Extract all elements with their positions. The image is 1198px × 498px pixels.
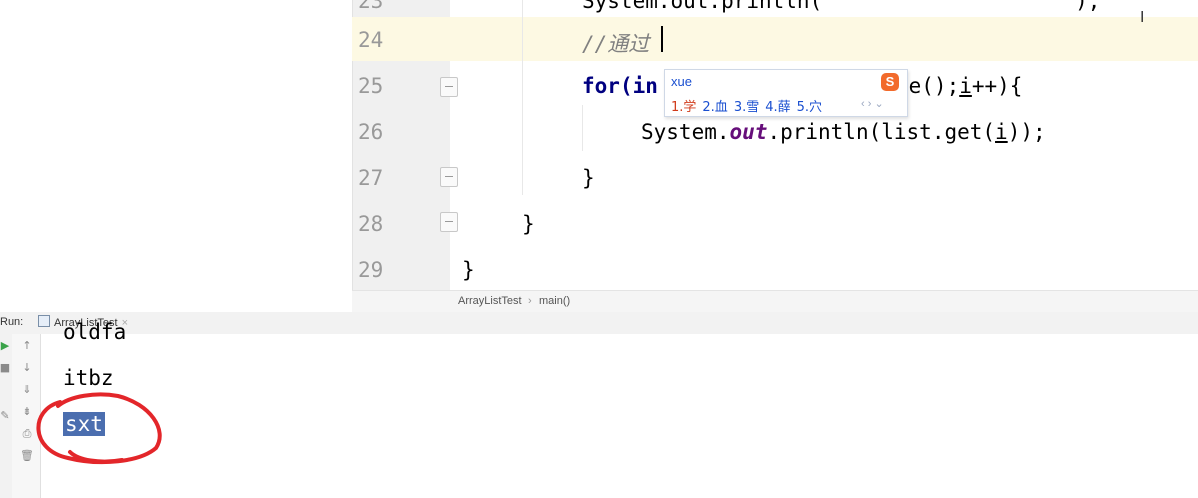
line-number: 28	[358, 212, 384, 236]
scroll-to-end-icon[interactable]: ⇟	[20, 405, 34, 419]
soft-wrap-icon[interactable]: ⇓	[20, 383, 34, 397]
ime-page-nav[interactable]: ‹ › ⌄	[861, 97, 884, 110]
run-label: Run:	[0, 316, 24, 328]
indent-guide	[522, 0, 523, 195]
code-line-28: }	[522, 212, 535, 236]
ibeam-cursor-icon: I	[1140, 8, 1145, 26]
field-out: out	[729, 120, 768, 144]
selected-text[interactable]: sxt	[63, 412, 105, 436]
ime-candidate[interactable]: 3.雪	[734, 96, 759, 115]
code-fragment: System.	[641, 120, 730, 144]
breadcrumb-method[interactable]: main()	[539, 295, 570, 307]
line-number: 23	[358, 0, 384, 13]
stop-icon[interactable]: ■	[0, 361, 12, 375]
code-fragment: .println(list.get(	[767, 120, 996, 144]
ime-input-text: xue	[671, 74, 692, 89]
console-output[interactable]: oldfa itbz sxt	[41, 320, 1198, 498]
current-line-highlight	[352, 17, 1198, 61]
run-toolbar-primary: ▶ ■ ✎	[0, 334, 12, 498]
ime-candidate[interactable]: 2.血	[702, 96, 727, 115]
fold-marker[interactable]	[440, 212, 458, 232]
project-panel-blank	[0, 0, 352, 312]
console-line: itbz	[63, 366, 114, 390]
code-line-25-tail: ze();i++){	[896, 74, 1022, 98]
loop-variable: i	[959, 74, 972, 98]
ime-candidate[interactable]: 1.学	[671, 96, 696, 115]
breadcrumb: ArrayListTest › main()	[352, 290, 1198, 313]
line-number: 26	[358, 120, 384, 144]
breadcrumb-separator: ›	[528, 295, 532, 307]
ime-candidate[interactable]: 5.穴	[797, 96, 822, 115]
code-fragment: ++){	[971, 74, 1023, 98]
code-line-23: System.out.println( );	[582, 0, 1101, 13]
trash-icon[interactable]: 🗑	[20, 449, 34, 463]
code-line-26: System.out.println(list.get(i));	[641, 120, 1046, 144]
console-line: oldfa	[63, 320, 127, 344]
ime-candidates: 1.学 2.血 3.雪 4.薛 5.穴	[671, 96, 828, 115]
breadcrumb-class[interactable]: ArrayListTest	[458, 295, 522, 307]
line-number: 27	[358, 166, 384, 190]
arrow-up-icon[interactable]: ↑	[20, 339, 34, 353]
fold-marker[interactable]	[440, 77, 458, 97]
line-number: 29	[358, 258, 384, 282]
code-line-24-comment: //通过	[582, 32, 650, 56]
loop-variable: i	[995, 120, 1008, 144]
keyword-for: for	[582, 74, 620, 98]
indent-guide	[582, 105, 583, 151]
code-fragment: (in	[619, 74, 658, 98]
rerun-icon[interactable]: ▶	[0, 339, 12, 353]
line-number: 25	[358, 74, 384, 98]
run-panel-header: Run: ArrayListTest ×	[0, 312, 1198, 335]
pin-icon[interactable]: ✎	[0, 409, 12, 423]
code-line-27: }	[582, 166, 595, 190]
code-line-29: }	[462, 258, 475, 282]
console-line: sxt	[63, 412, 105, 436]
line-number: 24	[358, 28, 384, 52]
ime-popup[interactable]: xue S 1.学 2.血 3.雪 4.薛 5.穴 ‹ › ⌄	[664, 69, 908, 117]
ime-candidate[interactable]: 4.薛	[765, 96, 790, 115]
text-caret	[661, 26, 663, 52]
fold-marker[interactable]	[440, 167, 458, 187]
code-line-25: for(in	[582, 74, 658, 98]
sogou-logo-icon: S	[881, 73, 899, 91]
run-toolbar-secondary: ↑ ↓ ⇓ ⇟ ⎙ 🗑	[12, 334, 41, 498]
print-icon[interactable]: ⎙	[20, 427, 34, 441]
arrow-down-icon[interactable]: ↓	[20, 361, 34, 375]
run-config-icon	[38, 315, 50, 327]
code-fragment: ));	[1007, 120, 1046, 144]
